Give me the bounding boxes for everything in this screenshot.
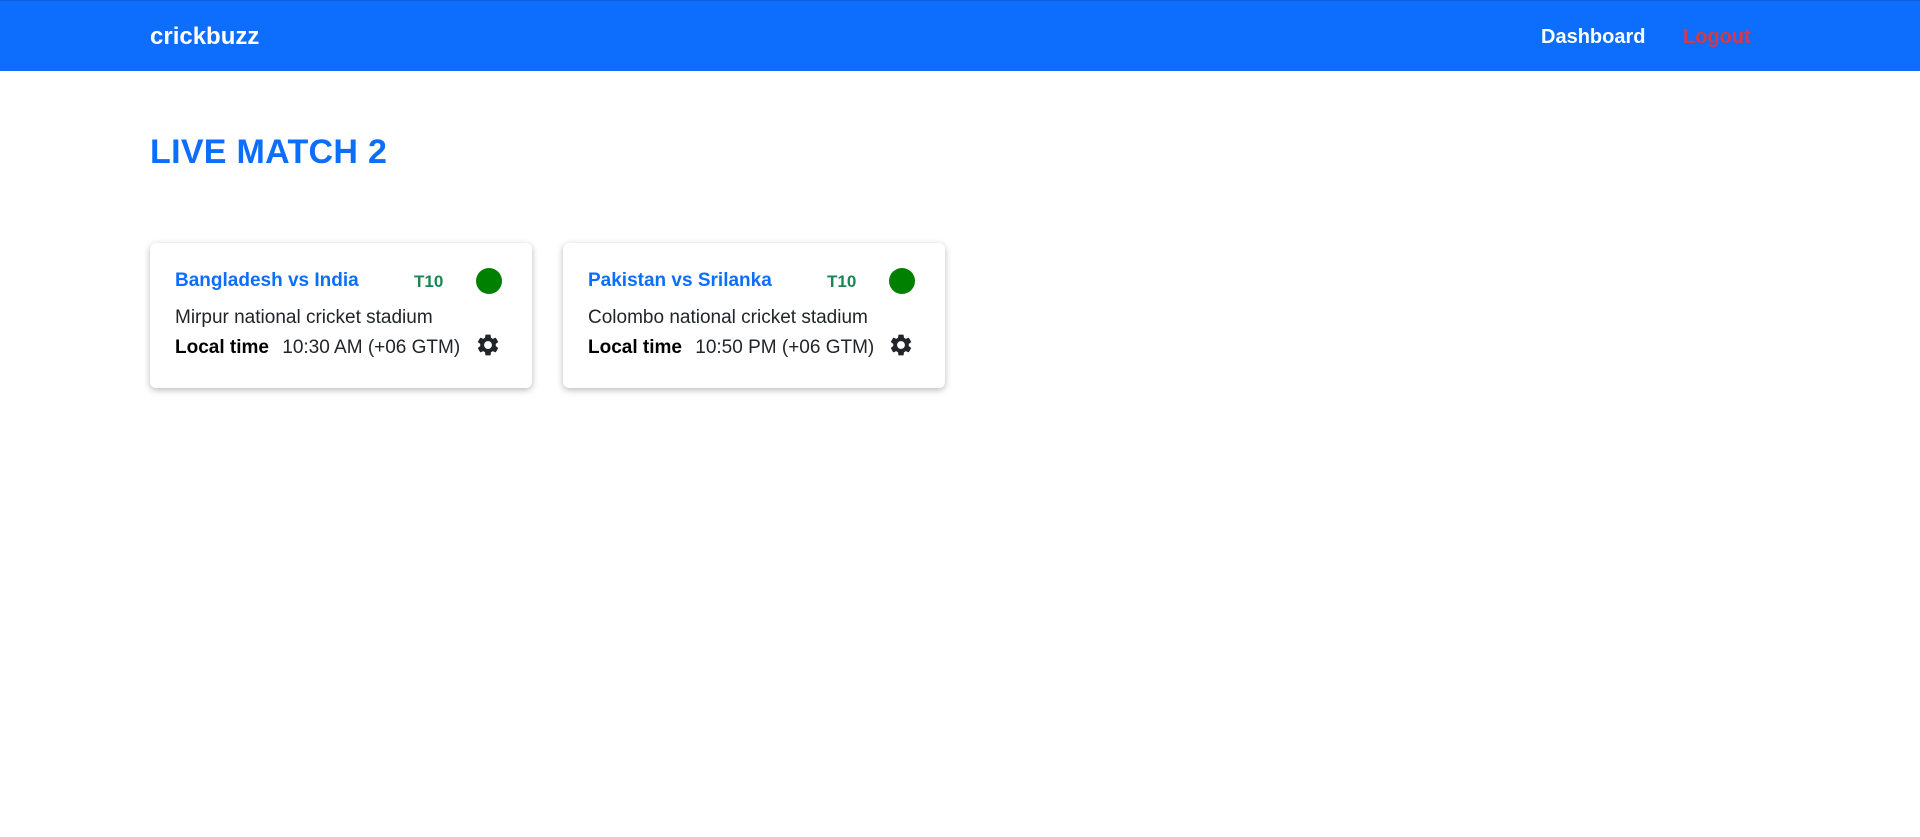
local-time-value: 10:30 AM (+06 GTM) [282, 337, 461, 358]
gear-icon[interactable] [475, 332, 501, 358]
match-format-badge: T10 [827, 272, 857, 291]
match-venue: Colombo national cricket stadium [588, 307, 868, 328]
match-venue: Mirpur national cricket stadium [175, 307, 433, 328]
top-navbar: crickbuzz Dashboard Logout [0, 0, 1920, 71]
local-time-value: 10:50 PM (+06 GTM) [695, 337, 875, 358]
match-time-row: Local time 10:30 AM (+06 GTM) [175, 337, 460, 359]
live-status-indicator [889, 268, 915, 294]
live-status-indicator [476, 268, 502, 294]
match-format-badge: T10 [414, 272, 444, 291]
local-time-label: Local time [588, 337, 682, 358]
gear-icon[interactable] [888, 332, 914, 358]
brand-logo[interactable]: crickbuzz [150, 23, 259, 51]
nav-dashboard-link[interactable]: Dashboard [1541, 26, 1645, 49]
match-title[interactable]: Bangladesh vs India [175, 270, 359, 292]
match-title[interactable]: Pakistan vs Srilanka [588, 270, 772, 292]
nav-logout-link[interactable]: Logout [1683, 26, 1751, 49]
page-title: LIVE MATCH 2 [150, 133, 388, 171]
match-card[interactable]: Pakistan vs Srilanka T10 Colombo nationa… [563, 243, 945, 388]
match-time-row: Local time 10:50 PM (+06 GTM) [588, 337, 874, 359]
local-time-label: Local time [175, 337, 269, 358]
match-card[interactable]: Bangladesh vs India T10 Mirpur national … [150, 243, 532, 388]
